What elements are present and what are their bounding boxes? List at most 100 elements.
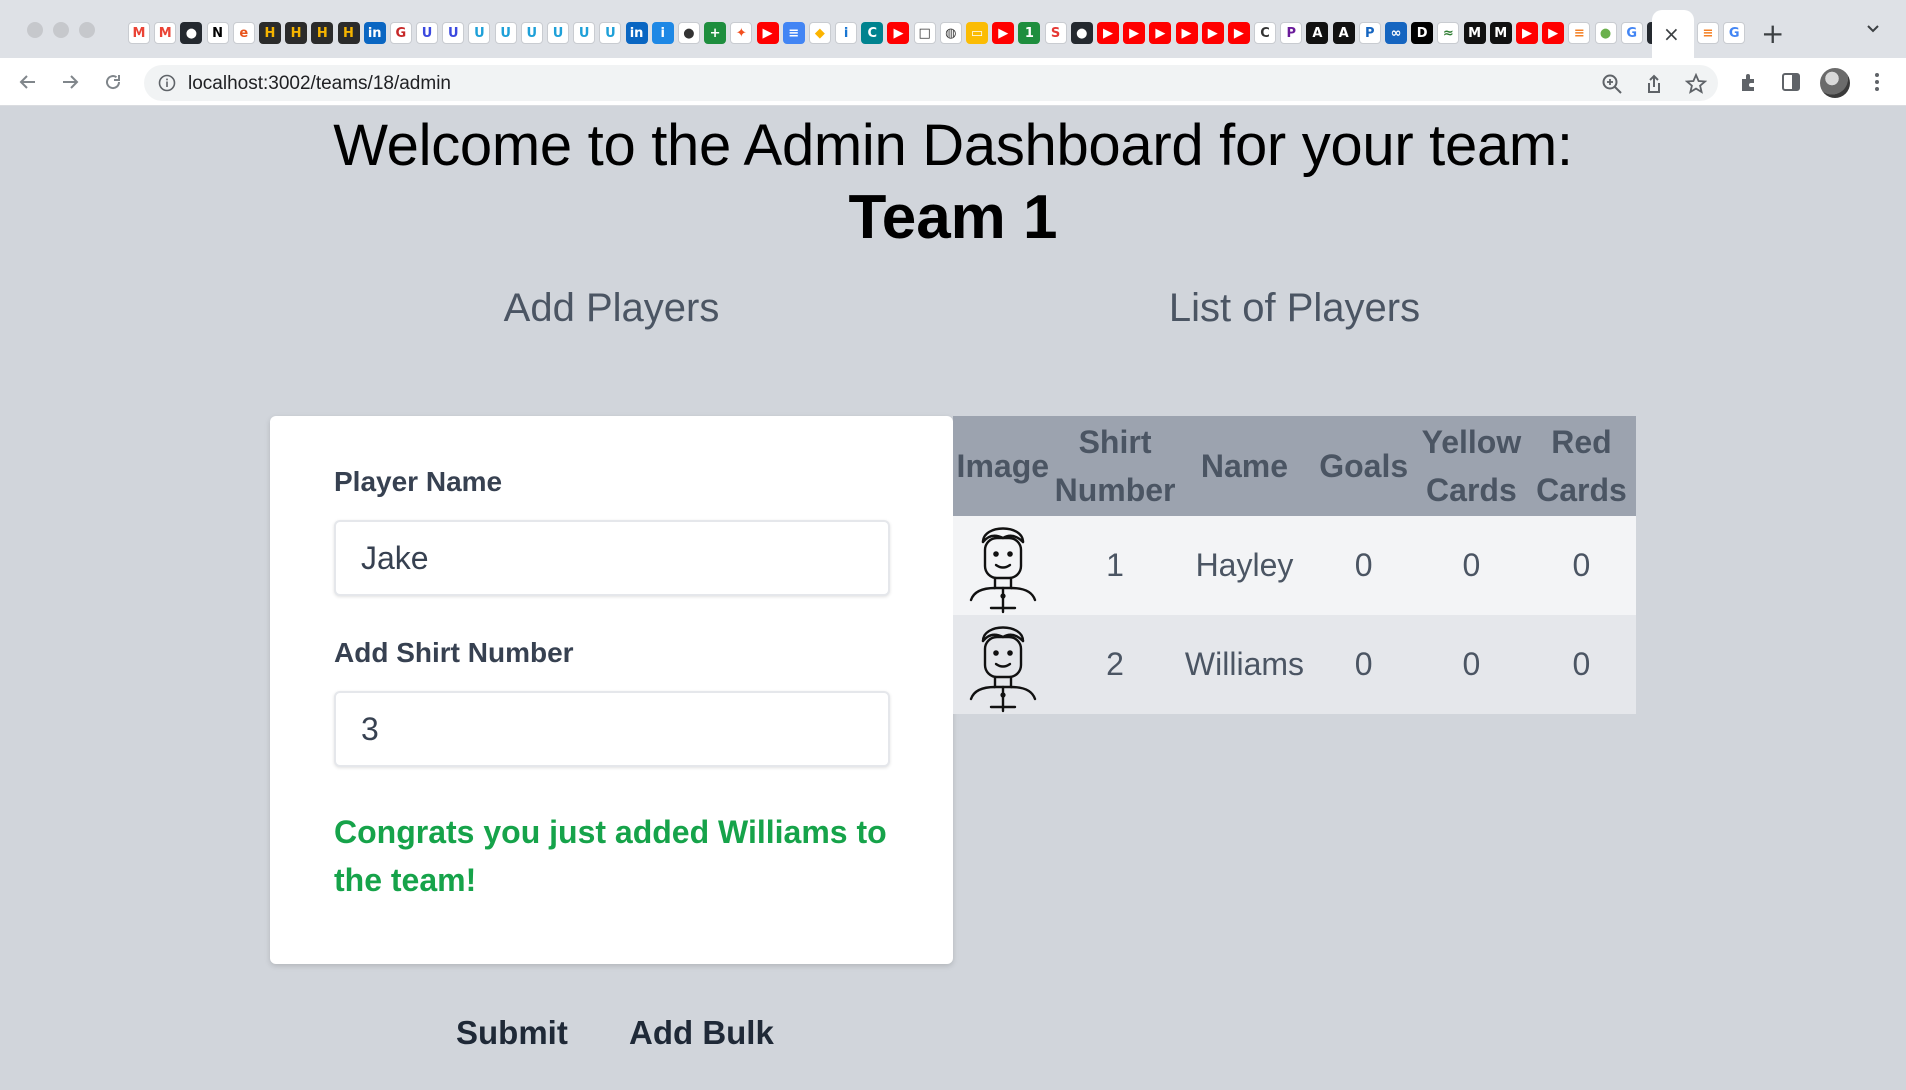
tab-search-chevron-icon[interactable]	[1866, 24, 1880, 34]
youtube-icon[interactable]: ▶	[992, 22, 1015, 44]
window-minimize-control[interactable]	[53, 22, 69, 38]
udemy-icon[interactable]: U	[468, 22, 491, 44]
bookmark-star-icon[interactable]	[1685, 73, 1707, 95]
table-row[interactable]: 1 Hayley 0 0 0	[953, 516, 1636, 615]
player-name-input[interactable]	[334, 520, 890, 596]
zoom-icon[interactable]	[1601, 73, 1623, 95]
udemy-icon[interactable]: U	[494, 22, 517, 44]
c-site-icon[interactable]: C	[861, 22, 884, 44]
linkedin-icon[interactable]: in	[363, 22, 386, 44]
medium-icon[interactable]: M	[1489, 22, 1512, 44]
back-arrow-icon[interactable]	[16, 70, 40, 94]
url-text[interactable]: localhost:3002/teams/18/admin	[188, 73, 451, 95]
stackoverflow-icon[interactable]: ≡	[1568, 22, 1591, 44]
add-player-form: Player Name Add Shirt Number Congrats yo…	[270, 416, 953, 964]
header-name: Name	[1177, 416, 1312, 516]
one-site-icon[interactable]: 1	[1018, 22, 1041, 44]
submit-button[interactable]: Submit	[456, 1014, 568, 1052]
player-image-cell	[953, 615, 1053, 714]
slides-icon[interactable]: ▭	[966, 22, 988, 44]
shirt-number-input[interactable]	[334, 691, 890, 767]
udemy-icon[interactable]: U	[573, 22, 596, 44]
youtube-icon[interactable]: ▶	[756, 22, 779, 44]
udemy-icon[interactable]: U	[416, 22, 439, 44]
address-bar[interactable]: localhost:3002/teams/18/admin	[144, 65, 1718, 101]
browser-menu-icon[interactable]	[1866, 71, 1888, 93]
google-icon[interactable]: G	[1620, 22, 1643, 44]
info-site-icon[interactable]: i	[835, 22, 858, 44]
list-players-title: List of Players	[1168, 286, 1421, 330]
gmail-icon[interactable]: M	[154, 22, 177, 44]
tab-close-icon[interactable]: ×	[1663, 22, 1680, 46]
github-icon[interactable]: ●	[180, 22, 203, 44]
docs-icon[interactable]: ≡	[782, 22, 805, 44]
youtube-icon[interactable]: ▶	[1149, 22, 1172, 44]
youtube-icon[interactable]: ▶	[1175, 22, 1198, 44]
c-site-icon[interactable]: C	[1254, 22, 1277, 44]
shirt-number-cell: 2	[1052, 615, 1178, 714]
info-site-icon[interactable]: i	[651, 22, 674, 44]
udemy-icon[interactable]: U	[442, 22, 465, 44]
window-zoom-control[interactable]	[79, 22, 95, 38]
gmail-icon[interactable]: M	[128, 22, 150, 44]
linkedin-icon[interactable]: in	[625, 22, 648, 44]
code-site-icon[interactable]: ≈	[1437, 22, 1460, 44]
player-name-cell: Williams	[1177, 615, 1312, 714]
p-site-icon[interactable]: P	[1280, 22, 1303, 44]
stackoverflow-icon[interactable]: ≡	[1697, 22, 1719, 44]
udemy-icon[interactable]: U	[520, 22, 543, 44]
forward-arrow-icon[interactable]	[58, 70, 82, 94]
youtube-icon[interactable]: ▶	[1515, 22, 1538, 44]
add-bulk-button[interactable]: Add Bulk	[629, 1014, 774, 1052]
edge-icon[interactable]: e	[232, 22, 255, 44]
site-icon[interactable]: G	[389, 22, 412, 44]
youtube-icon[interactable]: ▶	[1542, 22, 1565, 44]
dark-site-icon[interactable]: A	[1332, 22, 1355, 44]
medium-icon[interactable]: M	[1463, 22, 1486, 44]
extensions-puzzle-icon[interactable]	[1738, 71, 1760, 93]
hackerrank-icon[interactable]: H	[285, 22, 308, 44]
hackerrank-icon[interactable]: H	[311, 22, 334, 44]
hackerrank-icon[interactable]: H	[337, 22, 360, 44]
site-info-icon[interactable]	[158, 74, 176, 92]
goals-cell: 0	[1311, 615, 1416, 714]
goals-cell: 0	[1311, 516, 1416, 615]
circle-site-icon[interactable]: ●	[677, 22, 700, 44]
figma-icon[interactable]: ✦	[730, 22, 753, 44]
dev-icon[interactable]: D	[1411, 22, 1434, 44]
udemy-icon[interactable]: U	[599, 22, 622, 44]
google-icon[interactable]: G	[1723, 22, 1746, 44]
dark-site-icon[interactable]: A	[1306, 22, 1329, 44]
airtable-icon[interactable]: ◆	[808, 22, 831, 44]
new-tab-icon[interactable]: +	[1761, 18, 1784, 50]
player-image-cell	[953, 516, 1053, 615]
table-row[interactable]: 2 Williams 0 0 0	[953, 615, 1636, 714]
side-panel-icon[interactable]	[1780, 71, 1802, 93]
hackerrank-icon[interactable]: H	[258, 22, 281, 44]
trailing-tabs: ≡ G	[1697, 22, 1749, 48]
infinity-icon[interactable]: ∞	[1385, 22, 1407, 44]
youtube-icon[interactable]: ▶	[887, 22, 910, 44]
profile-avatar[interactable]	[1820, 68, 1850, 98]
youtube-icon[interactable]: ▶	[1123, 22, 1146, 44]
plus-site-icon[interactable]: +	[704, 22, 727, 44]
share-icon[interactable]	[1643, 73, 1665, 95]
udemy-icon[interactable]: U	[547, 22, 569, 44]
youtube-icon[interactable]: ▶	[1201, 22, 1224, 44]
window-close-control[interactable]	[27, 22, 43, 38]
p-site-icon[interactable]: P	[1358, 22, 1381, 44]
youtube-icon[interactable]: ▶	[1227, 22, 1250, 44]
success-message: Congrats you just added Williams to the …	[334, 814, 887, 898]
reload-icon[interactable]	[101, 70, 125, 94]
github-icon[interactable]: ●	[1070, 22, 1093, 44]
square-site-icon[interactable]: □	[913, 22, 936, 44]
notion-icon[interactable]: N	[206, 22, 229, 44]
leaf-icon[interactable]: ●	[1594, 22, 1617, 44]
globe-icon[interactable]: ◍	[939, 22, 962, 44]
youtube-icon[interactable]: ▶	[1096, 22, 1119, 44]
table-header-row: Image Shirt Number Name Goals Yellow Cards…	[953, 416, 1636, 516]
player-avatar-icon	[969, 625, 1036, 712]
pinned-tabs: M M ● Ne H H H Hin G U U U U U U U Uin i ● + ✦ ▶ ≡ ◆ i C ▶ □ ◍ ▭ ▶ 1 S ● ▶…	[128, 22, 1673, 48]
players-table: Image Shirt Number Name Goals Yellow Cards…	[953, 416, 1636, 714]
s-site-icon[interactable]: S	[1044, 22, 1067, 44]
